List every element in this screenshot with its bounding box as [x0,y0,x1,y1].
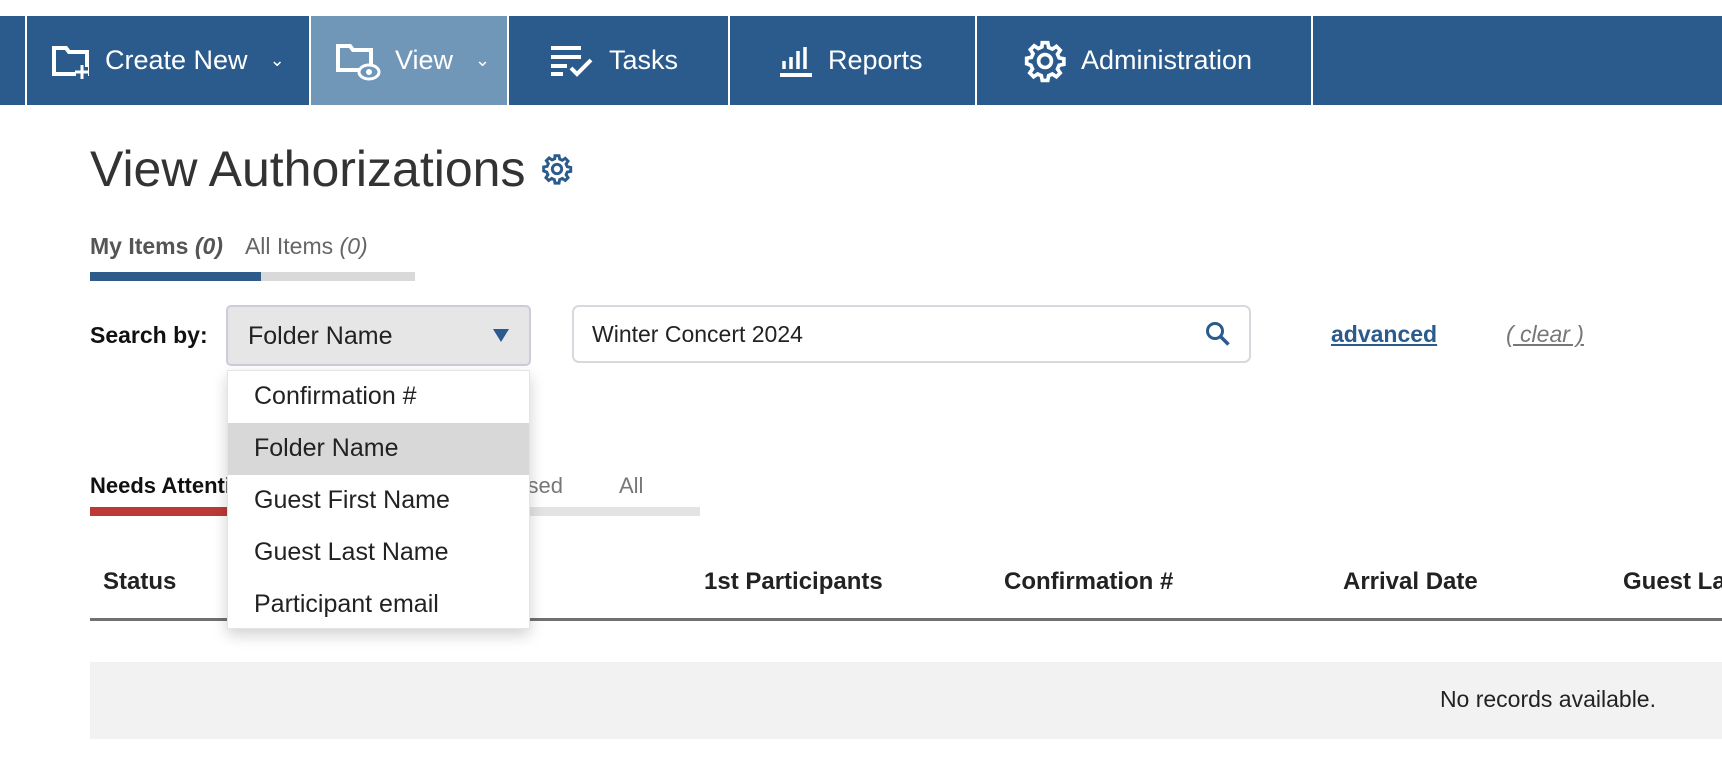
nav-label: Create New [105,45,248,75]
folder-eye-icon [336,43,381,80]
select-value: Folder Name [248,322,393,350]
page-title: View Authorizations [90,140,573,198]
item-tabs: My Items (0) All Items (0) [90,233,368,260]
tab-active-indicator [90,272,261,281]
nav-administration[interactable]: Administration [977,16,1313,105]
search-icon[interactable] [1205,321,1231,347]
tasks-check-icon [551,45,593,77]
nav-label: View [395,45,454,75]
search-by-label: Search by: [90,322,208,348]
nav-label: Administration [1081,45,1253,75]
tab-all[interactable]: All [619,473,643,499]
page-title-text: View Authorizations [90,141,526,197]
tab-label: All Items [244,233,334,259]
gear-icon [1024,40,1066,82]
bar-chart-icon [780,46,812,77]
tab-count: (0) [194,233,223,259]
nav-label: Reports [828,45,923,75]
nav-reports[interactable]: Reports [730,16,977,105]
search-input[interactable] [572,305,1251,363]
chevron-down-icon: ⌄ [269,50,285,70]
search-by-select[interactable]: Folder Name [226,305,531,366]
tab-all-items[interactable]: All Items (0) [245,233,368,260]
folder-plus-icon [52,45,89,79]
nav-tasks[interactable]: Tasks [509,16,730,105]
option-guest-last-name[interactable]: Guest Last Name [228,527,529,579]
tab-active-indicator [90,507,250,516]
nav-spacer [0,16,27,105]
tab-count: (0) [339,233,368,259]
column-guest-last-name[interactable]: Guest La [1623,568,1722,596]
gear-icon[interactable] [541,153,573,185]
column-1st-participants[interactable]: 1st Participants [704,568,883,596]
top-nav: Create New ⌄ View ⌄ Tasks Reports Admini… [0,16,1722,105]
tab-underline [90,272,415,281]
option-folder-name[interactable]: Folder Name [228,423,529,475]
column-status[interactable]: Status [103,568,176,596]
column-arrival-date[interactable]: Arrival Date [1343,568,1478,596]
caret-down-icon [493,329,509,342]
option-guest-first-name[interactable]: Guest First Name [228,475,529,527]
clear-search-link[interactable]: ( clear ) [1506,321,1584,348]
tab-label: My Items [90,233,189,259]
option-participant-email[interactable]: Participant email [228,579,529,631]
nav-label: Tasks [609,45,679,75]
empty-table-row: No records available. [90,662,1722,739]
no-records-text: No records available. [1439,686,1656,712]
nav-view[interactable]: View ⌄ [311,16,509,105]
column-confirmation[interactable]: Confirmation # [1004,568,1173,596]
tab-my-items[interactable]: My Items (0) [90,233,223,260]
nav-create-new[interactable]: Create New ⌄ [27,16,311,105]
chevron-down-icon: ⌄ [475,50,491,70]
option-confirmation[interactable]: Confirmation # [228,371,529,423]
search-by-dropdown: Confirmation # Folder Name Guest First N… [227,370,530,629]
advanced-search-link[interactable]: advanced [1331,321,1437,348]
